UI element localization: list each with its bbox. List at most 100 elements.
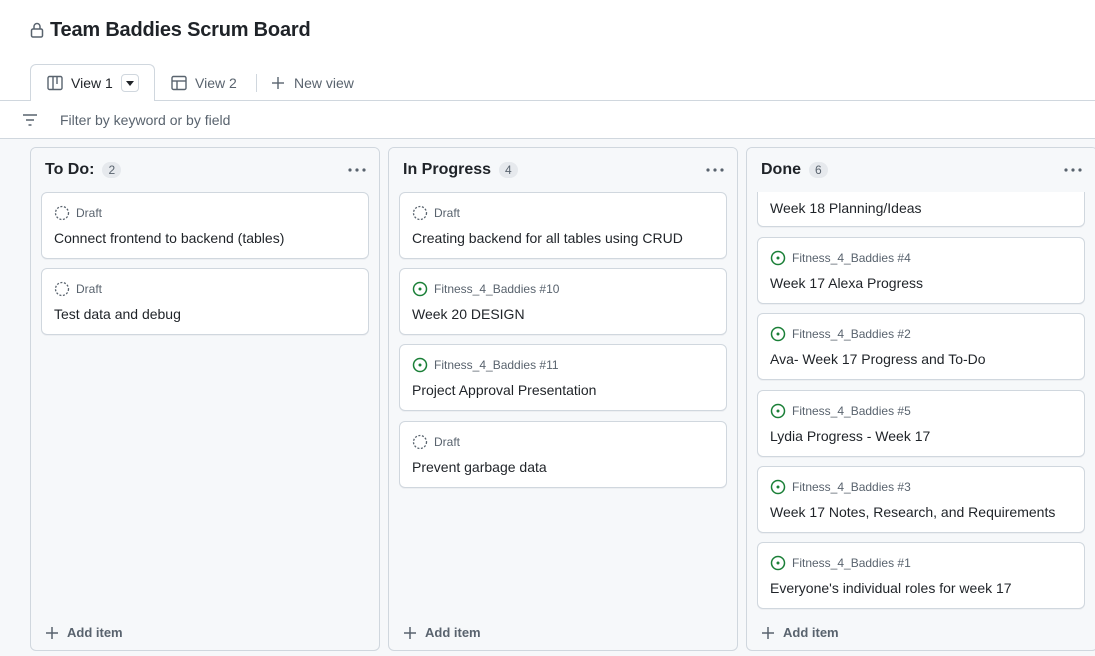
page-title: Team Baddies Scrum Board [50, 18, 311, 41]
card-status: Draft [434, 435, 461, 449]
card-title[interactable]: Week 17 Notes, Research, and Requirement… [770, 504, 1055, 520]
card-item[interactable]: Draft Connect frontend to backend (table… [41, 192, 369, 259]
column-name: In Progress [403, 161, 492, 178]
column-to-do: To Do: 2 Draft Connect frontend to backe… [30, 147, 380, 651]
card-list: Draft Connect frontend to backend (table… [41, 192, 369, 614]
tab-divider [256, 74, 257, 92]
add-item-label: Add item [425, 625, 481, 640]
card-status: Draft [76, 206, 103, 220]
add-item-label: Add item [783, 625, 839, 640]
kebab-horizontal-icon[interactable] [347, 162, 367, 178]
column-done: Done 6 Week 18 Planning/Ideas Fitness_4_… [746, 147, 1095, 651]
kebab-horizontal-icon[interactable] [1063, 162, 1083, 178]
board-title-row: Team Baddies Scrum Board [30, 17, 311, 43]
filter-bar [0, 101, 1095, 139]
add-item-button[interactable]: Add item [403, 625, 481, 640]
card-status: Fitness_4_Baddies #5 [792, 404, 911, 418]
card-title[interactable]: Everyone's individual roles for week 17 [770, 580, 1012, 596]
card-item[interactable]: Draft Prevent garbage data [399, 421, 727, 488]
card-item[interactable]: Fitness_4_Baddies #1 Everyone's individu… [757, 542, 1085, 609]
tab-view-1[interactable]: View 1 [30, 64, 155, 102]
project-board-page: Team Baddies Scrum Board View 1 View 2 N… [0, 0, 1095, 656]
column-header: Done 6 [747, 148, 1095, 192]
card-item[interactable]: Fitness_4_Baddies #3 Week 17 Notes, Rese… [757, 466, 1085, 533]
card-status: Fitness_4_Baddies #1 [792, 556, 911, 570]
card-meta: Fitness_4_Baddies #1 [770, 555, 911, 571]
card-list: Draft Creating backend for all tables us… [399, 192, 727, 614]
card-title[interactable]: Creating backend for all tables using CR… [412, 230, 683, 246]
card-meta: Fitness_4_Baddies #2 [770, 326, 911, 342]
card-item[interactable]: Draft Test data and debug [41, 268, 369, 335]
plus-icon [272, 76, 284, 89]
add-item-label: Add item [67, 625, 123, 640]
filter-input[interactable] [52, 107, 752, 133]
card-status: Draft [76, 282, 103, 296]
column-header: In Progress 4 [389, 148, 737, 192]
card-item[interactable]: Fitness_4_Baddies #10 Week 20 DESIGN [399, 268, 727, 335]
table-icon [171, 75, 187, 90]
issue-opened-icon [770, 403, 786, 419]
card-status: Fitness_4_Baddies #11 [434, 358, 559, 372]
card-status: Fitness_4_Baddies #2 [792, 327, 911, 341]
card-meta: Fitness_4_Baddies #3 [770, 479, 911, 495]
card-title[interactable]: Week 20 DESIGN [412, 306, 525, 322]
column-count-badge: 4 [499, 162, 518, 178]
kebab-horizontal-icon[interactable] [705, 162, 725, 178]
card-meta: Draft [412, 434, 460, 450]
plus-icon [404, 626, 416, 639]
tab-view-2[interactable]: View 2 [171, 64, 237, 101]
new-view-button[interactable]: New view [270, 64, 354, 101]
card-title[interactable]: Connect frontend to backend (tables) [54, 230, 284, 246]
issue-opened-icon [770, 326, 786, 342]
card-meta: Fitness_4_Baddies #10 [412, 281, 559, 297]
card-item[interactable]: Draft Creating backend for all tables us… [399, 192, 727, 259]
issue-opened-icon [770, 250, 786, 266]
column-count-badge: 6 [809, 162, 828, 178]
add-item-button[interactable]: Add item [761, 625, 839, 640]
card-item[interactable]: Fitness_4_Baddies #4 Week 17 Alexa Progr… [757, 237, 1085, 304]
card-meta: Fitness_4_Baddies #11 [412, 357, 559, 373]
card-meta: Draft [54, 281, 102, 297]
card-title[interactable]: Week 17 Alexa Progress [770, 275, 923, 291]
view-options-dropdown[interactable] [120, 74, 139, 92]
tab-label: New view [294, 74, 354, 91]
card-title[interactable]: Lydia Progress - Week 17 [770, 428, 930, 444]
filter-icon[interactable] [22, 113, 38, 127]
lock-icon [30, 22, 44, 38]
board-icon [47, 75, 63, 91]
card-title[interactable]: Test data and debug [54, 306, 181, 322]
card-status: Draft [434, 206, 461, 220]
draft-issue-icon [412, 205, 428, 221]
card-item[interactable]: Week 18 Planning/Ideas [757, 192, 1085, 227]
card-status: Fitness_4_Baddies #4 [792, 251, 911, 265]
issue-opened-icon [412, 357, 428, 373]
column-name: To Do: [45, 161, 95, 178]
column-in-progress: In Progress 4 Draft Creating backend for… [388, 147, 738, 651]
tab-label: View 2 [195, 74, 237, 91]
add-item-button[interactable]: Add item [45, 625, 123, 640]
draft-issue-icon [412, 434, 428, 450]
card-status: Fitness_4_Baddies #3 [792, 480, 911, 494]
card-title[interactable]: Prevent garbage data [412, 459, 547, 475]
draft-issue-icon [54, 281, 70, 297]
card-meta: Fitness_4_Baddies #4 [770, 250, 911, 266]
view-tabs: View 1 View 2 New view [0, 64, 1095, 102]
card-item[interactable]: Fitness_4_Baddies #2 Ava- Week 17 Progre… [757, 313, 1085, 380]
card-title[interactable]: Project Approval Presentation [412, 382, 596, 398]
card-title[interactable]: Week 18 Planning/Ideas [770, 200, 922, 216]
caret-down-icon [125, 80, 134, 86]
card-list: Week 18 Planning/Ideas Fitness_4_Baddies… [757, 192, 1085, 614]
card-item[interactable]: Fitness_4_Baddies #11 Project Approval P… [399, 344, 727, 411]
board-area: To Do: 2 Draft Connect frontend to backe… [0, 139, 1095, 656]
card-meta: Draft [412, 205, 460, 221]
card-meta: Fitness_4_Baddies #5 [770, 403, 911, 419]
plus-icon [46, 626, 58, 639]
card-title[interactable]: Ava- Week 17 Progress and To-Do [770, 351, 986, 367]
card-status: Fitness_4_Baddies #10 [434, 282, 560, 296]
issue-opened-icon [770, 479, 786, 495]
tab-label: View 1 [71, 75, 113, 91]
column-name: Done [761, 161, 801, 178]
column-header: To Do: 2 [31, 148, 379, 192]
plus-icon [762, 626, 774, 639]
card-item[interactable]: Fitness_4_Baddies #5 Lydia Progress - We… [757, 390, 1085, 457]
